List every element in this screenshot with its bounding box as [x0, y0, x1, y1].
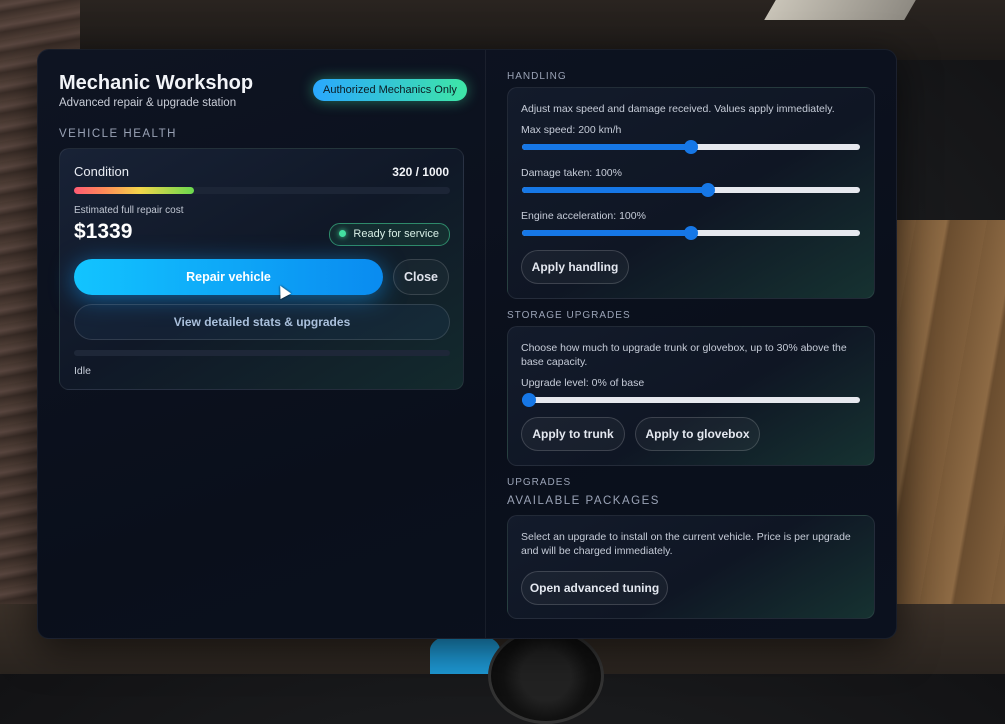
upgrade-level-slider[interactable]	[522, 393, 860, 407]
upgrades-description: Select an upgrade to install on the curr…	[521, 531, 851, 557]
max-speed-slider[interactable]	[522, 140, 860, 154]
condition-label: Condition	[74, 164, 129, 179]
status-badge-label: Ready for service	[353, 228, 439, 240]
engine-acceleration-slider[interactable]	[522, 226, 860, 240]
storage-upgrades-label: STORAGE UPGRADES	[507, 310, 631, 321]
max-speed-slider-fill	[522, 144, 691, 150]
handling-label: HANDLING	[507, 71, 567, 82]
handling-description: Adjust max speed and damage received. Va…	[521, 103, 835, 115]
page-title: Mechanic Workshop	[59, 72, 254, 94]
engine-acceleration-label: Engine acceleration: 100%	[521, 210, 646, 222]
handling-card: Adjust max speed and damage received. Va…	[507, 87, 875, 299]
damage-taken-slider-fill	[522, 187, 708, 193]
status-badge: Ready for service	[329, 223, 450, 246]
repair-cost-label: Estimated full repair cost	[74, 205, 184, 216]
authorized-badge: Authorized Mechanics Only	[313, 79, 467, 101]
max-speed-slider-thumb[interactable]	[684, 140, 698, 154]
close-button[interactable]: Close	[393, 259, 449, 295]
condition-bar-fill	[74, 187, 195, 194]
repair-cost-value: $1339	[74, 220, 133, 243]
damage-taken-slider-thumb[interactable]	[700, 183, 715, 197]
upgrades-label: UPGRADES	[507, 477, 572, 488]
apply-handling-button[interactable]: Apply handling	[521, 250, 629, 284]
view-details-button[interactable]: View detailed stats & upgrades	[74, 304, 450, 340]
condition-value: 320 / 1000	[392, 165, 449, 179]
max-speed-label: Max speed: 200 km/h	[521, 124, 622, 136]
upgrade-level-label: Upgrade level: 0% of base	[521, 377, 645, 389]
storage-description: Choose how much to upgrade trunk or glov…	[521, 342, 847, 368]
damage-taken-label: Damage taken: 100%	[521, 167, 622, 179]
apply-to-trunk-button[interactable]: Apply to trunk	[521, 417, 625, 451]
status-dot-icon	[339, 230, 347, 237]
upgrade-level-slider-thumb[interactable]	[522, 393, 536, 407]
repair-status-text: Idle	[74, 365, 91, 377]
repair-progress-bar	[74, 350, 450, 356]
engine-acceleration-slider-thumb[interactable]	[684, 226, 698, 240]
vehicle-health-label: VEHICLE HEALTH	[59, 128, 177, 140]
page-subtitle: Advanced repair & upgrade station	[59, 97, 237, 109]
condition-bar	[74, 187, 450, 194]
background-vehicle-wheel	[488, 628, 604, 724]
open-advanced-tuning-button[interactable]: Open advanced tuning	[521, 571, 668, 605]
storage-upgrades-card: Choose how much to upgrade trunk or glov…	[507, 326, 875, 466]
upgrades-card: Select an upgrade to install on the curr…	[507, 515, 875, 619]
damage-taken-slider[interactable]	[522, 183, 860, 197]
engine-acceleration-slider-fill	[522, 230, 691, 236]
background-lamp	[764, 0, 916, 20]
vehicle-health-card: Condition 320 / 1000 Estimated full repa…	[59, 148, 464, 390]
apply-to-glovebox-button[interactable]: Apply to glovebox	[635, 417, 760, 451]
column-divider	[485, 50, 486, 638]
available-packages-label: AVAILABLE PACKAGES	[507, 495, 660, 507]
mechanic-workshop-panel: Mechanic Workshop Advanced repair & upgr…	[37, 49, 897, 639]
repair-vehicle-button[interactable]: Repair vehicle	[74, 259, 383, 295]
